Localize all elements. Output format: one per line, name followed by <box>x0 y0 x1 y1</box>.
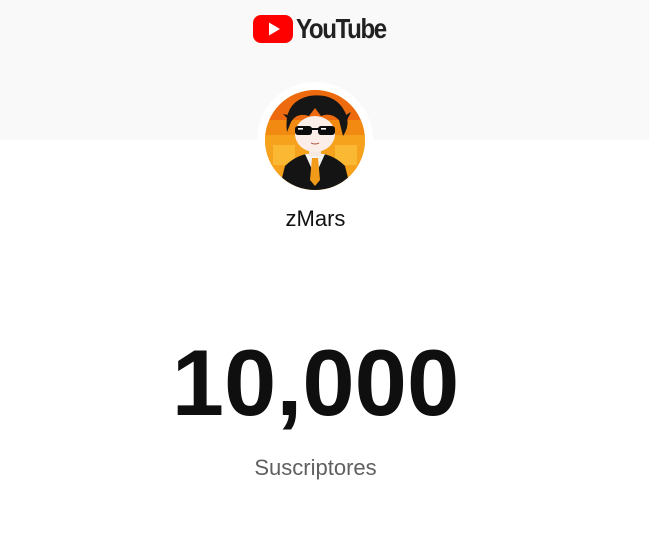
youtube-play-icon <box>253 15 293 43</box>
youtube-wordmark: YouTube <box>296 13 387 44</box>
youtube-logo[interactable]: YouTube <box>253 13 400 45</box>
channel-avatar[interactable] <box>265 90 365 190</box>
channel-avatar-frame[interactable] <box>257 82 373 198</box>
subscriber-count: 10,000 <box>171 330 460 435</box>
subscriber-counter-page: YouTube zMars 10,000 Suscriptores <box>0 0 649 560</box>
channel-name[interactable]: zMars <box>0 206 631 232</box>
anime-character-avatar-icon <box>265 90 365 190</box>
subscriber-label: Suscriptores <box>254 455 377 480</box>
